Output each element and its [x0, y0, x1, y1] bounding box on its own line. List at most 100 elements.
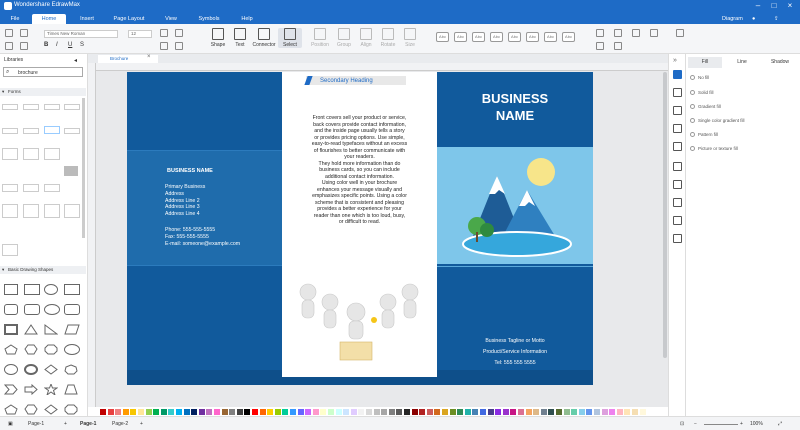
color-swatch[interactable] [601, 409, 608, 415]
color-swatch[interactable] [297, 409, 304, 415]
color-swatch[interactable] [259, 409, 266, 415]
color-swatch[interactable] [191, 409, 198, 415]
lock-icon[interactable] [632, 29, 640, 37]
radio-gradient-fill[interactable] [690, 104, 695, 109]
team-figures-illustration[interactable] [294, 280, 426, 366]
maximize-icon[interactable]: □ [768, 1, 780, 10]
form-thumbnail[interactable] [2, 244, 18, 256]
tab-fill[interactable]: Fill [688, 57, 722, 68]
shape-pentagon-2[interactable] [4, 404, 18, 415]
color-swatch[interactable] [616, 409, 623, 415]
chart-icon[interactable] [673, 162, 682, 171]
shape-wide-rounded-rectangle[interactable] [64, 304, 80, 315]
form-thumbnail[interactable] [64, 128, 80, 134]
color-swatch[interactable] [464, 409, 471, 415]
line-color-icon[interactable] [596, 42, 604, 50]
new-page-icon[interactable]: + [140, 421, 143, 427]
color-swatch[interactable] [571, 409, 578, 415]
color-swatch[interactable] [244, 409, 251, 415]
color-swatch[interactable] [556, 409, 562, 415]
align-icon[interactable] [160, 42, 168, 50]
zoom-in-icon[interactable]: + [740, 421, 743, 427]
minimize-icon[interactable]: – [752, 1, 764, 10]
color-swatch[interactable] [366, 409, 372, 415]
font-size-select[interactable]: 12 [128, 30, 152, 38]
color-swatch[interactable] [168, 409, 175, 415]
shape-circle[interactable] [44, 284, 58, 295]
radio-no-fill[interactable] [690, 75, 695, 80]
color-swatch[interactable] [502, 409, 509, 415]
color-swatch[interactable] [312, 409, 319, 415]
color-swatch[interactable] [404, 409, 410, 415]
color-swatch[interactable] [122, 409, 129, 415]
form-thumbnail[interactable] [44, 104, 60, 110]
table-icon[interactable] [673, 180, 682, 189]
size-button[interactable]: Size [398, 28, 422, 48]
vertical-scrollbar[interactable] [663, 72, 667, 358]
color-swatch[interactable] [594, 409, 600, 415]
library-close-icon[interactable]: ◂ [74, 57, 77, 64]
shape-square[interactable] [4, 284, 18, 295]
tab-shadow[interactable]: Shadow [762, 57, 798, 68]
cover-tel[interactable]: Tel: 555 555 5555 [437, 360, 593, 366]
strikethrough-button[interactable]: S [80, 42, 84, 48]
color-swatch[interactable] [426, 409, 433, 415]
mountain-landscape-illustration[interactable] [455, 154, 575, 260]
shape-oval[interactable] [64, 344, 80, 355]
form-thumbnail[interactable] [2, 104, 18, 110]
contact-business-name[interactable]: BUSINESS NAME [167, 168, 213, 174]
option-no-fill[interactable]: No fill [698, 75, 709, 80]
shape-rounded-square[interactable] [4, 304, 18, 315]
shape-ellipse[interactable] [44, 304, 60, 315]
color-swatch[interactable] [563, 409, 570, 415]
fit-page-icon[interactable]: ⊡ [680, 421, 684, 427]
radio-single-color-gradient-fill[interactable] [690, 118, 695, 123]
color-swatch[interactable] [320, 409, 327, 415]
font-family-select[interactable]: Times New Roman [44, 30, 118, 38]
tab-close-icon[interactable]: × [147, 54, 151, 60]
color-swatch[interactable] [639, 409, 646, 415]
page-tab-2[interactable]: Page-2 [112, 421, 128, 427]
shape-donut[interactable] [24, 364, 38, 375]
color-swatch[interactable] [305, 409, 312, 415]
outline-icon[interactable] [673, 142, 682, 151]
color-swatch[interactable] [160, 409, 167, 415]
zoom-slider[interactable] [704, 424, 738, 425]
menu-insert[interactable]: Insert [74, 14, 100, 24]
color-swatch[interactable] [236, 409, 243, 415]
shape-rounded-rectangle[interactable] [24, 304, 40, 315]
share-icon[interactable]: ⇪ [774, 14, 779, 24]
user-icon[interactable]: ● [752, 14, 755, 24]
shape-diamond-2[interactable] [44, 404, 58, 415]
library-search-field[interactable]: brochure ⌕ [3, 67, 83, 77]
color-swatch[interactable] [510, 409, 517, 415]
form-thumbnail[interactable] [44, 126, 60, 134]
color-swatch[interactable] [419, 409, 426, 415]
menu-symbols[interactable]: Symbols [196, 14, 222, 24]
menu-page-layout[interactable]: Page Layout [112, 14, 146, 24]
menu-file[interactable]: File [6, 14, 24, 24]
paste-icon[interactable] [20, 29, 28, 37]
color-swatch[interactable] [183, 409, 190, 415]
style-preset-7[interactable]: Abc [544, 32, 557, 42]
zoom-out-icon[interactable]: − [694, 421, 697, 427]
color-swatch[interactable] [525, 409, 532, 415]
shape-diamond[interactable] [44, 364, 58, 375]
color-swatch[interactable] [130, 409, 137, 415]
fit-icon[interactable] [673, 234, 682, 243]
color-swatch[interactable] [198, 409, 205, 415]
shape-trapezoid[interactable] [64, 384, 78, 395]
text-button[interactable]: Text [228, 28, 252, 48]
text-format-icon[interactable] [673, 106, 682, 115]
fill-icon[interactable] [596, 29, 604, 37]
body-text[interactable]: Front covers sell your product or servic… [292, 115, 427, 226]
fullscreen-icon[interactable]: ⤢ [778, 421, 782, 427]
form-thumbnail[interactable] [23, 104, 39, 110]
align-button[interactable]: Align [354, 28, 378, 48]
color-swatch[interactable] [282, 409, 289, 415]
color-swatch[interactable] [335, 409, 342, 415]
color-swatch[interactable] [100, 409, 106, 415]
color-swatch[interactable] [472, 409, 479, 415]
shape-button[interactable]: Shape [206, 28, 230, 48]
collapse-panel-icon[interactable]: » [673, 57, 677, 64]
